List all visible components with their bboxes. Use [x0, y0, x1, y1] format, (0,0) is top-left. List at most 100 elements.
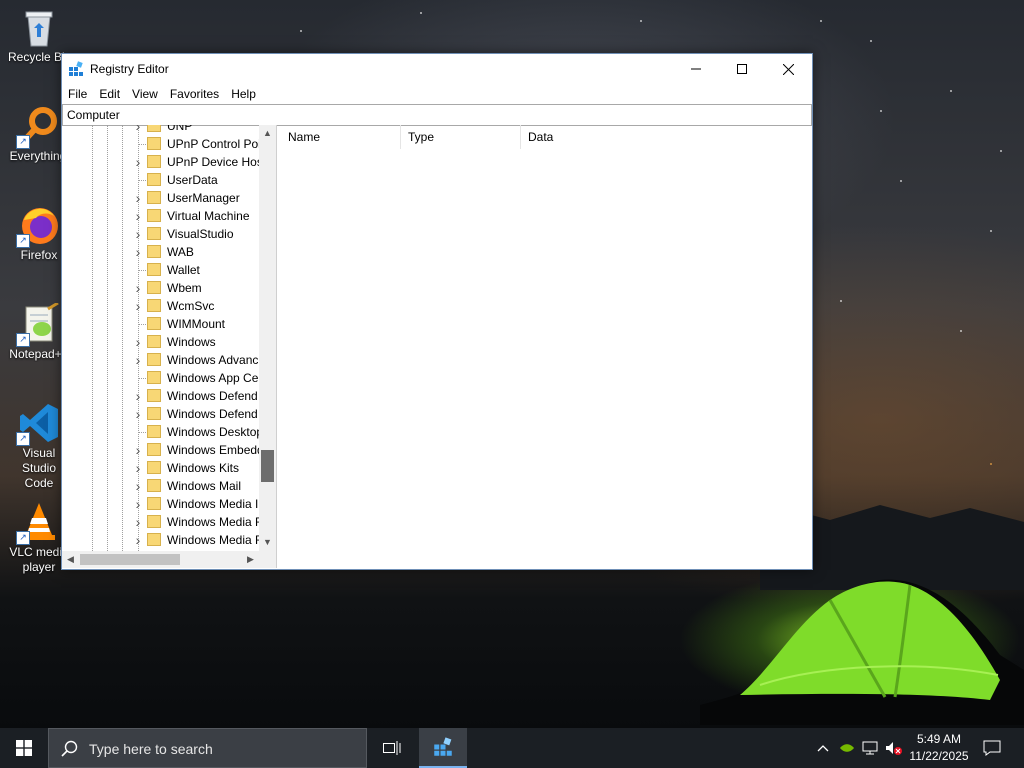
minimize-button[interactable] — [673, 54, 719, 84]
tree-item[interactable]: WIMMount — [62, 315, 259, 333]
tree-item[interactable]: › UPnP Device Hos — [62, 153, 259, 171]
maximize-button[interactable] — [719, 54, 765, 84]
expand-chevron-icon[interactable]: › — [132, 125, 144, 133]
tree-item[interactable]: › Windows Defend — [62, 405, 259, 423]
tree-item[interactable]: › Windows Kits — [62, 459, 259, 477]
taskbar-search-box[interactable]: Type here to search — [48, 728, 367, 768]
tree-item[interactable]: › VisualStudio — [62, 225, 259, 243]
tent-illustration — [700, 579, 1024, 725]
expand-chevron-icon[interactable]: › — [132, 335, 144, 349]
tree-list: › UNP UPnP Control Poi › UPnP Device Hos User… — [62, 125, 259, 551]
vlc-icon: ↗ — [16, 501, 60, 545]
tree-item[interactable]: Wallet — [62, 261, 259, 279]
clock-date: 11/22/2025 — [909, 749, 969, 763]
tree-item[interactable]: › Wbem — [62, 279, 259, 297]
show-hidden-icons-button[interactable] — [813, 738, 833, 758]
tree-item-label: UserData — [167, 173, 218, 187]
taskbar-registry-editor-button[interactable] — [419, 728, 467, 768]
expand-chevron-icon[interactable]: › — [132, 155, 144, 169]
folder-icon — [147, 371, 161, 384]
address-bar[interactable]: Computer — [62, 104, 812, 126]
tree-item[interactable]: › Windows Media I — [62, 495, 259, 513]
everything-search-icon: ↗ — [16, 105, 60, 149]
expand-chevron-icon[interactable]: › — [132, 515, 144, 529]
values-pane[interactable]: Name Type Data — [281, 125, 811, 568]
column-header-name[interactable]: Name — [281, 125, 401, 149]
task-view-button[interactable] — [368, 728, 416, 768]
tree-item[interactable]: › Windows Media F — [62, 531, 259, 549]
tree-item[interactable]: Windows Desktop — [62, 423, 259, 441]
expand-chevron-icon[interactable]: › — [132, 353, 144, 367]
volume-tray-icon[interactable] — [884, 738, 904, 758]
scroll-left-icon[interactable]: ◀ — [62, 551, 79, 568]
expand-chevron-icon[interactable]: › — [132, 209, 144, 223]
tree-item-label: UPnP Device Hos — [167, 155, 259, 169]
menu-help[interactable]: Help — [225, 85, 262, 103]
expand-chevron-icon[interactable]: › — [132, 191, 144, 205]
tree-connector — [138, 324, 146, 325]
tree-item[interactable]: › Windows Mail — [62, 477, 259, 495]
tree-vertical-scrollbar[interactable]: ▲ ▼ — [259, 125, 276, 551]
menu-favorites[interactable]: Favorites — [164, 85, 225, 103]
tree-item[interactable]: Windows App Ce — [62, 369, 259, 387]
tree-item[interactable]: › WAB — [62, 243, 259, 261]
scroll-right-icon[interactable]: ▶ — [242, 551, 259, 568]
nvidia-tray-icon[interactable] — [837, 738, 857, 758]
menu-edit[interactable]: Edit — [93, 85, 126, 103]
tree-item[interactable]: › UNP — [62, 125, 259, 135]
title-bar[interactable]: Registry Editor — [62, 54, 812, 84]
minimize-icon — [691, 68, 701, 70]
tree-item[interactable]: › UserManager — [62, 189, 259, 207]
tree-item-label: Windows Media F — [167, 515, 259, 529]
tree-item[interactable]: › Windows Embedd — [62, 441, 259, 459]
desktop-icon-label: Recycle Bin — [8, 50, 68, 64]
task-view-icon — [383, 741, 401, 755]
folder-icon — [147, 479, 161, 492]
menu-bar: File Edit View Favorites Help — [62, 84, 812, 104]
search-placeholder: Type here to search — [89, 741, 213, 757]
expand-chevron-icon[interactable]: › — [132, 497, 144, 511]
folder-icon — [147, 461, 161, 474]
maximize-icon — [737, 64, 747, 74]
expand-chevron-icon[interactable]: › — [132, 227, 144, 241]
expand-chevron-icon[interactable]: › — [132, 389, 144, 403]
folder-icon — [147, 173, 161, 186]
tree-item[interactable]: › Windows — [62, 333, 259, 351]
expand-chevron-icon[interactable]: › — [132, 443, 144, 457]
scroll-up-icon[interactable]: ▲ — [259, 125, 276, 142]
expand-chevron-icon[interactable]: › — [132, 407, 144, 421]
tree-item[interactable]: › Virtual Machine — [62, 207, 259, 225]
expand-chevron-icon[interactable]: › — [132, 479, 144, 493]
scrollbar-corner — [259, 551, 276, 568]
column-header-type[interactable]: Type — [401, 125, 521, 149]
tree-item[interactable]: UserData — [62, 171, 259, 189]
tree-horizontal-scrollbar[interactable]: ◀ ▶ — [62, 551, 259, 568]
action-center-button[interactable] — [982, 738, 1002, 758]
expand-chevron-icon[interactable]: › — [132, 461, 144, 475]
expand-chevron-icon[interactable]: › — [132, 299, 144, 313]
tree-item[interactable]: › Windows Media F — [62, 513, 259, 531]
tree-item[interactable]: › Windows Advanc — [62, 351, 259, 369]
expand-chevron-icon[interactable]: › — [132, 281, 144, 295]
menu-view[interactable]: View — [126, 85, 164, 103]
scroll-thumb[interactable] — [261, 450, 274, 482]
tree-item[interactable]: UPnP Control Poi — [62, 135, 259, 153]
expand-chevron-icon[interactable]: › — [132, 533, 144, 547]
shortcut-arrow-icon: ↗ — [16, 135, 30, 149]
expand-chevron-icon[interactable]: › — [132, 245, 144, 259]
close-button[interactable] — [765, 54, 811, 84]
folder-icon — [147, 263, 161, 276]
column-header-data[interactable]: Data — [521, 125, 809, 149]
network-tray-icon[interactable] — [861, 738, 881, 758]
system-clock[interactable]: 5:49 AM 11/22/2025 — [904, 731, 974, 765]
scroll-thumb-horizontal[interactable] — [80, 554, 180, 565]
tree-item-label: Windows Defend — [167, 389, 258, 403]
start-button[interactable] — [0, 728, 48, 768]
tree-item[interactable]: › Windows Defend — [62, 387, 259, 405]
folder-icon — [147, 335, 161, 348]
tree-connector — [138, 270, 146, 271]
scroll-down-icon[interactable]: ▼ — [259, 534, 276, 551]
tree-item[interactable]: › WcmSvc — [62, 297, 259, 315]
menu-file[interactable]: File — [62, 85, 93, 103]
folder-icon — [147, 515, 161, 528]
